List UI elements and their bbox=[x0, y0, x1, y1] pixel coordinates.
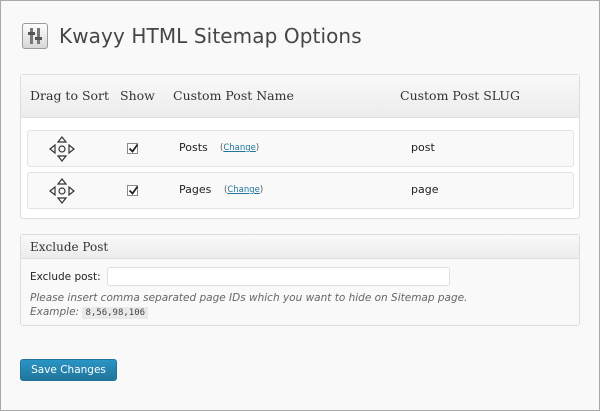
settings-page: Kwayy HTML Sitemap Options Drag to Sort … bbox=[0, 0, 600, 411]
change-link[interactable]: Change bbox=[223, 143, 256, 153]
show-checkbox[interactable] bbox=[127, 185, 139, 196]
exclude-post-panel: Exclude Post Exclude post: Please insert… bbox=[20, 234, 580, 326]
show-checkbox[interactable] bbox=[127, 143, 139, 154]
column-header-name: Custom Post Name bbox=[173, 88, 294, 103]
page-header: Kwayy HTML Sitemap Options bbox=[22, 21, 362, 51]
example-code: 8,56,98,106 bbox=[82, 307, 149, 319]
example-label: Example: bbox=[30, 306, 80, 318]
table-row: Posts (Change) post bbox=[27, 130, 574, 167]
move-arrows-icon[interactable] bbox=[48, 177, 76, 205]
table-row: Pages (Change) page bbox=[27, 172, 574, 209]
exclude-post-label: Exclude post: bbox=[30, 271, 101, 283]
post-name: Pages bbox=[179, 183, 212, 196]
post-types-table: Drag to Sort Show Custom Post Name Custo… bbox=[20, 74, 580, 219]
move-arrows-icon[interactable] bbox=[48, 135, 76, 163]
exclude-example: Example: 8,56,98,106 bbox=[30, 306, 149, 319]
column-header-show: Show bbox=[120, 88, 155, 103]
exclude-post-input[interactable] bbox=[107, 267, 450, 286]
change-link-wrapper: (Change) bbox=[220, 143, 260, 153]
post-slug: post bbox=[411, 141, 435, 154]
page-title: Kwayy HTML Sitemap Options bbox=[59, 24, 362, 48]
post-name: Posts bbox=[179, 141, 208, 154]
column-header-slug: Custom Post SLUG bbox=[400, 88, 520, 103]
change-link-wrapper: (Change) bbox=[224, 185, 264, 195]
table-header: Drag to Sort Show Custom Post Name Custo… bbox=[21, 75, 579, 118]
save-changes-button[interactable]: Save Changes bbox=[20, 359, 117, 381]
exclude-panel-header: Exclude Post bbox=[21, 235, 579, 259]
post-slug: page bbox=[411, 183, 439, 196]
exclude-description: Please insert comma separated page IDs w… bbox=[30, 292, 468, 304]
exclude-panel-title: Exclude Post bbox=[30, 240, 109, 254]
column-header-drag: Drag to Sort bbox=[30, 88, 110, 103]
settings-sliders-icon bbox=[22, 23, 48, 49]
change-link[interactable]: Change bbox=[227, 185, 260, 195]
